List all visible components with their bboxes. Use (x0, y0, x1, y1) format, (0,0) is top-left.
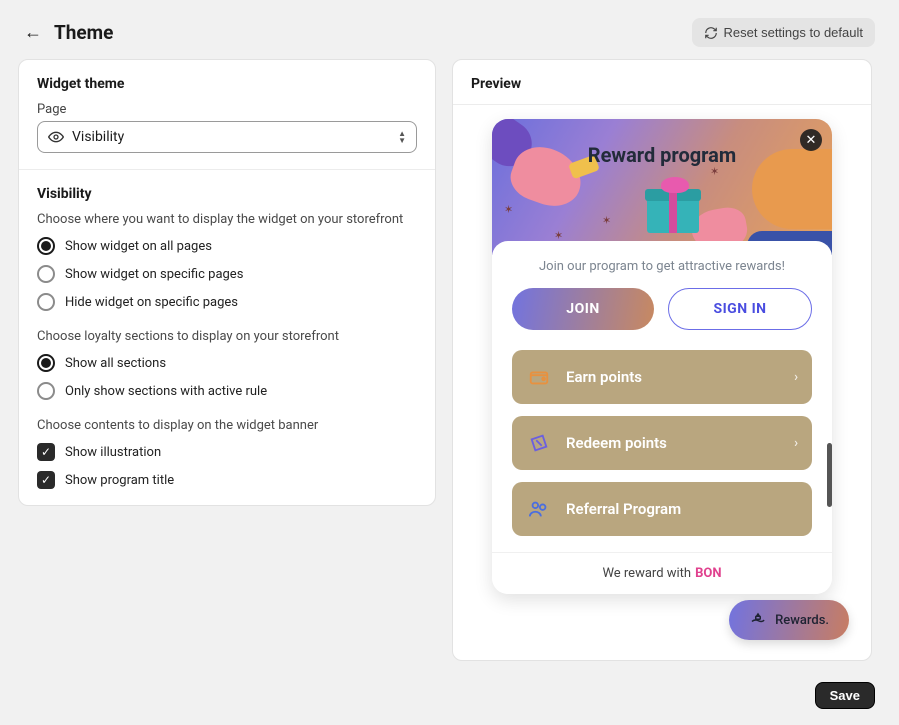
chevron-right-icon: › (794, 370, 798, 385)
join-button[interactable]: JOIN (512, 288, 654, 330)
page-select[interactable]: Visibility ▲▼ (37, 121, 417, 153)
close-widget-button[interactable]: ✕ (800, 129, 822, 151)
radio-label: Show widget on all pages (65, 239, 212, 254)
reset-settings-button[interactable]: Reset settings to default (692, 18, 875, 47)
list-item-label: Redeem points (566, 434, 667, 452)
radio-icon (37, 265, 55, 283)
placement-radio-group: Show widget on all pages Show widget on … (37, 237, 417, 311)
radio-icon (37, 354, 55, 372)
radio-label: Show all sections (65, 356, 166, 371)
page-select-value: Visibility (72, 129, 124, 145)
page-header: ← Theme Reset settings to default (0, 0, 899, 59)
select-arrows-icon: ▲▼ (398, 130, 406, 144)
list-item-label: Referral Program (566, 500, 681, 518)
users-icon (528, 498, 550, 520)
footer-brand: BON (695, 566, 721, 581)
earn-points-item[interactable]: Earn points › (512, 350, 812, 404)
widget-curve (492, 241, 832, 261)
widget-join-text: Join our program to get attractive rewar… (512, 261, 812, 274)
preview-panel: Preview ✶ ✶ ✶ ✶ Reward prog (452, 59, 872, 661)
widget-button-row: JOIN SIGN IN (512, 288, 812, 330)
radio-icon (37, 293, 55, 311)
save-button-label: Save (830, 688, 860, 703)
page-title: Theme (54, 21, 113, 44)
referral-program-item[interactable]: Referral Program (512, 482, 812, 536)
visibility-section: Visibility Choose where you want to disp… (19, 170, 435, 505)
rewards-launcher-button[interactable]: Rewards. (729, 600, 849, 640)
refresh-icon (704, 26, 718, 40)
gift-hand-icon (749, 611, 767, 629)
widget-theme-title: Widget theme (37, 76, 417, 92)
list-item-label: Earn points (566, 368, 642, 386)
launcher-label: Rewards. (775, 613, 829, 628)
checkbox-label: Show illustration (65, 445, 161, 460)
sections-option-active-only[interactable]: Only show sections with active rule (37, 382, 417, 400)
back-arrow-icon[interactable]: ← (24, 24, 42, 42)
signin-button[interactable]: SIGN IN (668, 288, 812, 330)
page-field-label: Page (37, 102, 417, 117)
widget-theme-section: Widget theme Page Visibility ▲▼ (19, 60, 435, 170)
sections-option-all[interactable]: Show all sections (37, 354, 417, 372)
show-program-title-checkbox[interactable]: ✓ Show program title (37, 471, 417, 489)
widget-banner: ✶ ✶ ✶ ✶ Reward program ✕ (492, 119, 832, 255)
signin-button-label: SIGN IN (713, 301, 766, 317)
banner-check-group: ✓ Show illustration ✓ Show program title (37, 443, 417, 489)
show-illustration-checkbox[interactable]: ✓ Show illustration (37, 443, 417, 461)
checkbox-checked-icon: ✓ (37, 471, 55, 489)
banner-subhead: Choose contents to display on the widget… (37, 418, 417, 433)
rewards-widget: ✶ ✶ ✶ ✶ Reward program ✕ Join our progra… (492, 119, 832, 594)
radio-icon (37, 382, 55, 400)
footer-prefix: We reward with (602, 566, 691, 581)
redeem-points-item[interactable]: Redeem points › (512, 416, 812, 470)
preview-body: ✶ ✶ ✶ ✶ Reward program ✕ Join our progra… (453, 105, 871, 660)
chevron-right-icon: › (794, 436, 798, 451)
eye-icon (48, 129, 64, 145)
placement-option-hide-specific[interactable]: Hide widget on specific pages (37, 293, 417, 311)
header-left: ← Theme (24, 21, 113, 44)
gift-illustration (647, 181, 699, 233)
save-button[interactable]: Save (815, 682, 875, 709)
ticket-icon (528, 432, 550, 454)
widget-banner-title: Reward program (492, 143, 832, 167)
visibility-title: Visibility (37, 186, 417, 202)
scrollbar[interactable] (827, 443, 832, 507)
checkbox-checked-icon: ✓ (37, 443, 55, 461)
close-icon: ✕ (806, 133, 817, 148)
radio-icon (37, 237, 55, 255)
radio-label: Show widget on specific pages (65, 267, 243, 282)
placement-option-specific-pages[interactable]: Show widget on specific pages (37, 265, 417, 283)
checkbox-label: Show program title (65, 473, 174, 488)
settings-panel: Widget theme Page Visibility ▲▼ Visibili… (18, 59, 436, 506)
sections-subhead: Choose loyalty sections to display on yo… (37, 329, 417, 344)
join-button-label: JOIN (566, 301, 599, 317)
widget-footer: We reward with BON (492, 552, 832, 594)
preview-title: Preview (453, 60, 871, 105)
radio-label: Hide widget on specific pages (65, 295, 238, 310)
reset-settings-label: Reset settings to default (724, 25, 863, 40)
radio-label: Only show sections with active rule (65, 384, 267, 399)
placement-option-all-pages[interactable]: Show widget on all pages (37, 237, 417, 255)
widget-content: Join our program to get attractive rewar… (492, 261, 832, 552)
wallet-icon (528, 366, 550, 388)
placement-subhead: Choose where you want to display the wid… (37, 212, 417, 227)
sections-radio-group: Show all sections Only show sections wit… (37, 354, 417, 400)
